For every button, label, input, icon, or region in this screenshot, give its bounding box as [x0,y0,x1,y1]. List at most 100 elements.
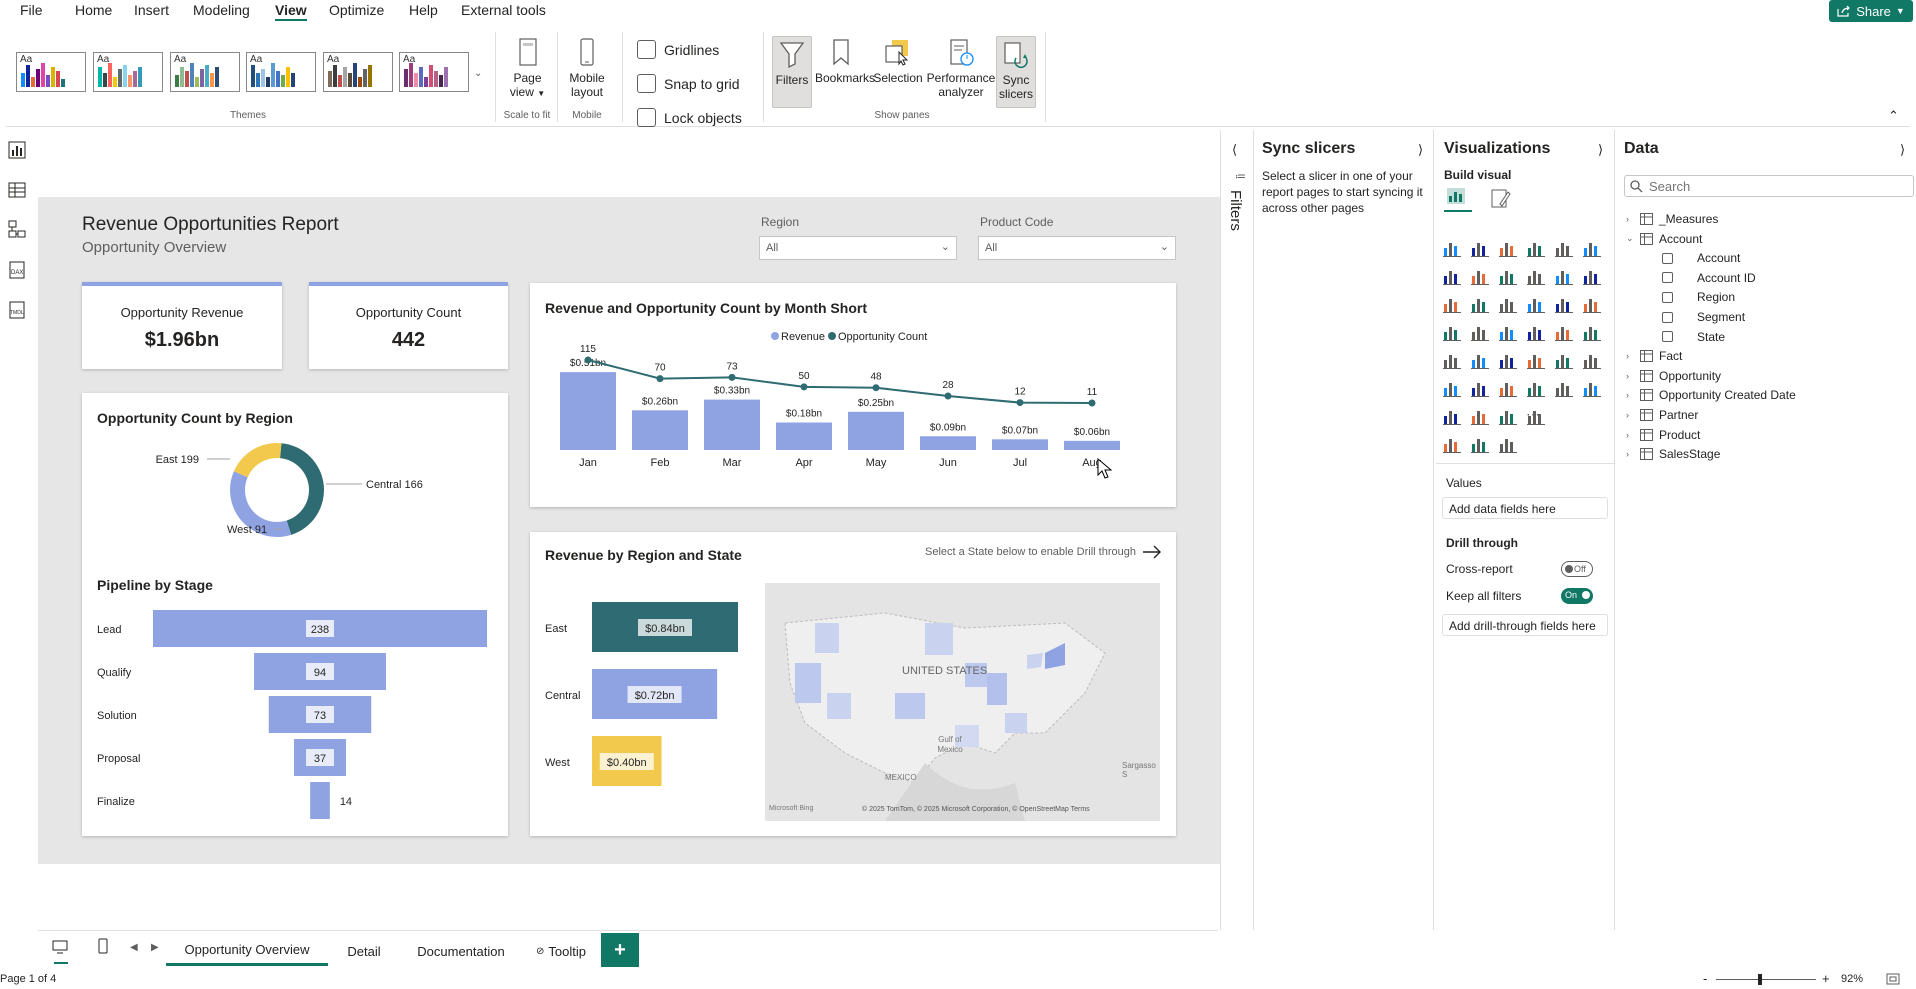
theme-thumbnail[interactable]: Aa [323,52,393,92]
combo-chart[interactable]: Revenue Opportunity Count$0.51bnJan$0.26b… [530,323,1176,507]
data-table-item[interactable]: › Opportunity Created Date [1626,388,1796,402]
count-point[interactable] [584,356,592,364]
data-table-item[interactable]: › Partner [1626,408,1698,422]
data-field-item[interactable]: Region [1662,290,1735,304]
region-stage-card[interactable]: Opportunity Count by Region East 199 Cent… [82,393,508,836]
data-field-item[interactable]: Account [1662,251,1740,265]
add-data-field-well[interactable]: Add data fields here [1442,497,1608,519]
funnel-bar[interactable] [310,782,330,819]
slicer-visual-icon[interactable] [1526,350,1546,370]
filters-pane-button[interactable]: Filters [772,36,812,108]
data-field-item[interactable]: State [1662,330,1725,344]
kpi-visual-icon[interactable] [1498,350,1518,370]
menu-external-tools[interactable]: External tools [461,2,546,18]
filters-tab-label[interactable]: Filters [1227,190,1244,231]
checkbox-box[interactable] [637,74,656,93]
model-view-icon[interactable] [8,220,26,238]
revenue-bar[interactable] [704,399,760,450]
key-influencers-visual-icon[interactable] [1498,378,1518,398]
data-search-box[interactable] [1624,175,1914,197]
count-point[interactable] [1088,399,1096,407]
checkbox-box[interactable] [637,108,656,127]
table-visual-icon[interactable] [1554,350,1574,370]
field-checkbox[interactable] [1662,272,1673,284]
data-field-item[interactable]: Segment [1662,310,1745,324]
funnel-chart[interactable]: Lead 238 Qualify 94 Solution 73 Proposal 37 Fina… [82,598,508,828]
chevron-right-icon[interactable]: › [1626,430,1634,440]
shape-map-visual-icon[interactable] [1526,322,1546,342]
data-table-item[interactable]: ⌄ Account [1626,232,1702,246]
chevron-right-icon[interactable]: › [1626,449,1634,459]
area-visual-icon[interactable] [1470,266,1490,286]
count-point[interactable] [872,384,880,392]
revenue-bar[interactable] [992,439,1048,450]
data-table-item[interactable]: › SalesStage [1626,447,1720,461]
donut-slice[interactable] [233,443,282,478]
theme-thumbnail[interactable]: Aa [399,52,469,92]
map-credits[interactable]: © 2025 TomTom, © 2025 Microsoft Corporat… [862,806,1090,813]
decomposition-tree-visual-icon[interactable] [1526,378,1546,398]
theme-thumbnail[interactable]: Aa [246,52,316,92]
data-table-item[interactable]: › Fact [1626,349,1682,363]
report-view-icon[interactable] [8,141,26,159]
desktop-layout-icon[interactable] [52,940,68,957]
arrow-chevron-visual-icon[interactable] [1470,434,1490,454]
keep-all-filters-toggle[interactable]: On [1561,588,1593,604]
scatter-visual-icon[interactable] [1498,294,1518,314]
share-button[interactable]: Share ▼ [1829,0,1913,22]
smart-narrative-visual-icon[interactable] [1582,378,1602,398]
arrow-right-icon[interactable] [1142,544,1162,560]
checkbox-box[interactable] [637,40,656,59]
data-field-item[interactable]: Account ID [1662,271,1756,285]
tab-documentation[interactable]: Documentation [405,936,517,966]
field-checkbox[interactable] [1662,252,1673,264]
count-point[interactable] [1016,399,1024,407]
region-state-card[interactable]: Revenue by Region and State Select a Sta… [530,532,1176,836]
paginated-visual-icon[interactable] [1470,406,1490,426]
qa-visual-icon[interactable] [1554,378,1574,398]
data-table-item[interactable]: › Product [1626,428,1700,442]
kpi-card-count[interactable]: Opportunity Count 442 [309,282,508,369]
filled-map-visual-icon[interactable] [1498,322,1518,342]
chevron-right-icon[interactable]: › [1626,371,1634,381]
lock-objects-checkbox[interactable]: Lock objects [637,108,742,127]
revenue-bar[interactable] [1064,440,1120,450]
build-visual-tab[interactable] [1444,184,1472,212]
waterfall-visual-icon[interactable] [1554,266,1574,286]
collapse-right-icon[interactable]: ⟩ [1900,142,1905,158]
menu-help[interactable]: Help [409,2,438,18]
chevron-right-icon[interactable]: › [1626,351,1634,361]
sync-slicers-pane-button[interactable]: Sync slicers [996,36,1036,108]
region-bar-chart[interactable]: East $0.84bn Central $0.72bn West $0.40bn [530,592,760,802]
theme-thumbnail[interactable]: Aa [170,52,240,92]
search-input[interactable] [1649,178,1909,194]
prev-page-icon[interactable]: ◀ [130,942,138,953]
add-drill-through-field-well[interactable]: Add drill-through fields here [1442,614,1608,636]
filters-pane-collapsed[interactable]: ⟨ ≔ Filters [1221,130,1254,930]
menu-home[interactable]: Home [75,2,112,18]
cross-report-toggle[interactable]: Off [1561,561,1593,577]
menu-file[interactable]: File [20,2,43,18]
stacked-column-visual-icon[interactable] [1470,238,1490,258]
tmdl-view-icon[interactable]: TMDL [8,301,26,319]
zoom-out-button[interactable]: - [1703,971,1707,986]
add-page-button[interactable]: + [601,933,639,967]
kpi-card-revenue[interactable]: Opportunity Revenue $1.96bn [82,282,282,369]
clustered-bar-visual-icon[interactable] [1498,238,1518,258]
theme-thumbnail[interactable]: Aa [16,52,86,92]
count-point[interactable] [944,392,952,400]
map-visual-icon[interactable] [1470,322,1490,342]
treemap-visual-icon[interactable] [1442,322,1462,342]
azure-map-visual-icon[interactable] [1554,322,1574,342]
power-apps-visual-icon[interactable] [1498,406,1518,426]
gridlines-checkbox[interactable]: Gridlines [637,40,719,59]
revenue-bar[interactable] [776,422,832,450]
table-view-icon[interactable] [8,181,26,199]
menu-insert[interactable]: Insert [134,2,169,18]
themes-dropdown-icon[interactable]: ⌄ [474,68,482,79]
data-table-item[interactable]: › _Measures [1626,212,1718,226]
donut-chart[interactable]: East 199 Central 166 West 91 [82,433,508,553]
revenue-bar[interactable] [848,411,904,450]
next-page-icon[interactable]: ▶ [151,942,159,953]
clustered-column-visual-icon[interactable] [1526,238,1546,258]
